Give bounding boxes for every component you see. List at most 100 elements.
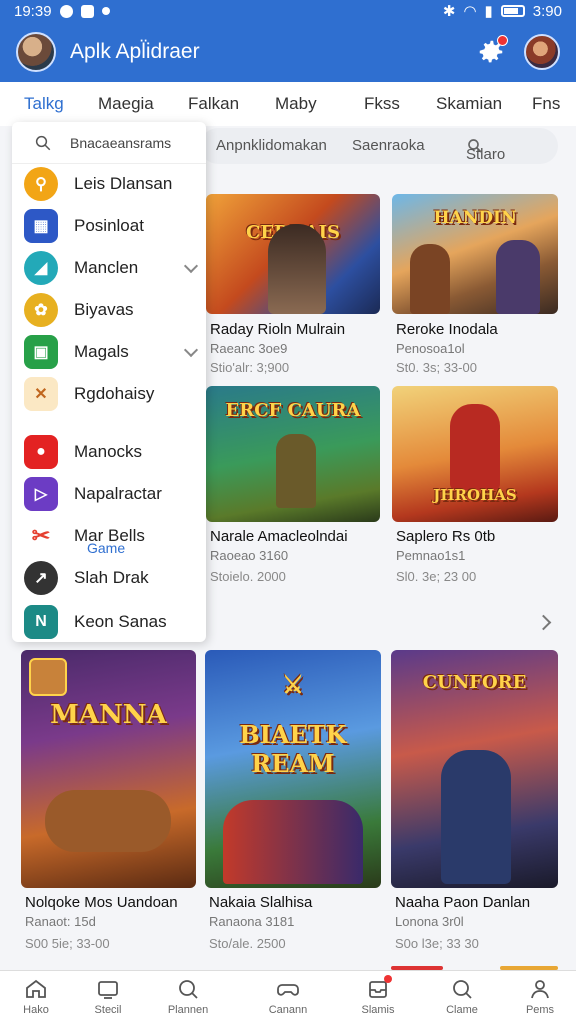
art-title: JHROHAS — [433, 486, 517, 504]
menu-item-label: Posinloat — [74, 216, 144, 235]
card-meta: S0o l3e; 33 30 — [395, 936, 479, 951]
card-title: Saplero Rs 0tb — [396, 528, 496, 545]
settings-button[interactable] — [474, 35, 508, 69]
record-icon: ● — [24, 435, 58, 469]
game-art: CEDRAIS — [206, 194, 380, 314]
nav-slamis[interactable]: Slamis — [338, 977, 418, 1016]
play-icon: ▷ — [24, 477, 58, 511]
user-avatar[interactable] — [524, 34, 560, 70]
filter-middle[interactable]: Saenraoka — [352, 137, 425, 154]
nav-pems[interactable]: Pems — [500, 977, 576, 1016]
game-art: ERCF CAURA — [206, 386, 380, 522]
card-subtitle: Penosoa1ol — [396, 341, 465, 356]
chevron-down-icon[interactable] — [183, 342, 199, 357]
art-title: CUNFORE — [422, 672, 527, 693]
nav-clame[interactable]: Clame — [422, 977, 502, 1016]
puzzle-icon: ✿ — [24, 293, 58, 327]
signal-icon: ▮ — [484, 3, 493, 20]
menu-item-label: Rgdohaisy — [74, 384, 155, 403]
gamepad-art — [45, 790, 171, 852]
tab-6[interactable]: Fns — [532, 94, 560, 114]
menu-item-1[interactable]: ▦ Posinloat — [24, 206, 202, 246]
board-icon: ▦ — [24, 209, 58, 243]
menu-item-4[interactable]: ▣ Magals — [24, 332, 202, 372]
nk-icon: N — [24, 605, 58, 639]
nav-label: Slamis — [361, 1004, 395, 1016]
menu-item-label: Biyavas — [74, 300, 134, 319]
chevron-right-icon[interactable] — [535, 614, 552, 631]
menu-item-label: Leis Dlansan — [74, 174, 173, 193]
character-figure — [276, 434, 316, 508]
dot-icon — [101, 7, 110, 15]
tab-1[interactable]: Maegia — [98, 94, 154, 114]
status-bar: 19:39 ✱ ◠ ▮ 3:90 — [0, 0, 576, 22]
status-time: 19:39 — [14, 2, 52, 20]
filter-left[interactable]: Anpnklidomakan — [216, 137, 327, 154]
card-meta: Stio'alr: 3;900 — [210, 360, 290, 375]
card-title: Nolqoke Mos Uandoan — [25, 894, 178, 911]
tv-icon — [98, 981, 118, 999]
menu-search[interactable]: Bnacaeansrams — [12, 122, 206, 164]
menu-item-label: Manclen — [74, 258, 139, 277]
tab-3[interactable]: Maby — [275, 94, 317, 114]
tab-0[interactable]: Talkg — [24, 94, 64, 114]
nav-stecil[interactable]: Stecil — [68, 977, 148, 1016]
notification-icon — [59, 4, 73, 18]
menu-search-placeholder: Bnacaeansrams — [70, 134, 172, 151]
card-subtitle: Ranaot: 15d — [25, 914, 96, 929]
card-meta: S00 5ie; 33-00 — [25, 936, 110, 951]
menu-item-3[interactable]: ✿ Biyavas — [24, 290, 202, 330]
art-title: MANNA — [50, 700, 167, 730]
menu-item-9[interactable]: ↗ Slah Drak — [24, 558, 202, 598]
menu-item-0[interactable]: ⚲ Leis Dlansan — [24, 164, 202, 204]
card-subtitle: Raoeao 3160 — [210, 548, 289, 563]
card-title: Narale Amacleolndai — [210, 528, 348, 545]
art-title: ERCF CAURA — [225, 400, 361, 421]
art-title: HANDIN — [433, 208, 517, 228]
game-art: JHROHAS — [392, 386, 558, 522]
card-meta: Stoielo. 2000 — [210, 569, 286, 584]
menu-item-label: Slah Drak — [74, 568, 149, 587]
menu-item-6[interactable]: ● Manocks — [24, 432, 202, 472]
card-title: Naaha Paon Danlan — [395, 894, 531, 911]
nav-home[interactable]: Hako — [0, 977, 76, 1016]
app-bar: Aplk Apl̈idraer — [0, 22, 576, 82]
nav-label: Stecil — [94, 1004, 122, 1016]
character-figure — [496, 240, 540, 314]
wifi-icon: ◠ — [463, 3, 477, 20]
filter-bar: Anpnklidomakan Saenraoka Stlaro — [200, 128, 558, 164]
magnifier-icon — [453, 980, 472, 999]
character-figure — [410, 244, 450, 314]
nav-plannen[interactable]: Plannen — [148, 977, 228, 1016]
card-subtitle: Ranaona 3181 — [209, 914, 295, 929]
app-avatar[interactable] — [16, 32, 56, 72]
card-title: Raday Rioln Mulrain — [210, 321, 346, 338]
card-meta: Sl0. 3e; 23 00 — [396, 569, 477, 584]
card-title: Reroke Inodala — [396, 321, 498, 338]
menu-item-5[interactable]: ✕ Rgdohaisy — [24, 374, 202, 414]
gamepad-icon — [277, 984, 299, 996]
tab-5[interactable]: Skamian — [436, 94, 502, 114]
nav-canann[interactable]: Canann — [248, 977, 328, 1016]
search-icon — [179, 980, 198, 999]
menu-item-label: Magals — [74, 342, 129, 361]
nav-label: Clame — [446, 1004, 478, 1016]
chevron-down-icon[interactable] — [183, 258, 199, 273]
filter-search[interactable]: Stlaro — [466, 137, 505, 163]
card-subtitle: Raeanc 3oe9 — [210, 341, 288, 356]
nav-notification-dot — [384, 975, 392, 983]
menu-item-8[interactable]: ✂ Mar Bells — [24, 516, 202, 556]
arrow-icon: ↗ — [24, 561, 58, 595]
menu-item-label: Keon Sanas — [74, 612, 167, 631]
tab-2[interactable]: Falkan — [188, 94, 239, 114]
search-circle-icon: ⚲ — [24, 167, 58, 201]
menu-item-2[interactable]: ◢ Manclen — [24, 248, 202, 288]
menu-item-10[interactable]: N Keon Sanas — [24, 602, 202, 642]
game-art: HANDIN — [392, 194, 558, 314]
category-tabs: Talkg Maegia Falkan Maby Fkss Skamian Fn… — [0, 82, 576, 126]
menu-item-label: Napalractar — [74, 484, 162, 503]
swords-icon: ✕ — [24, 377, 58, 411]
tab-4[interactable]: Fkss — [364, 94, 400, 114]
character-group — [223, 800, 363, 884]
menu-item-7[interactable]: ▷ Napalractar — [24, 474, 202, 514]
